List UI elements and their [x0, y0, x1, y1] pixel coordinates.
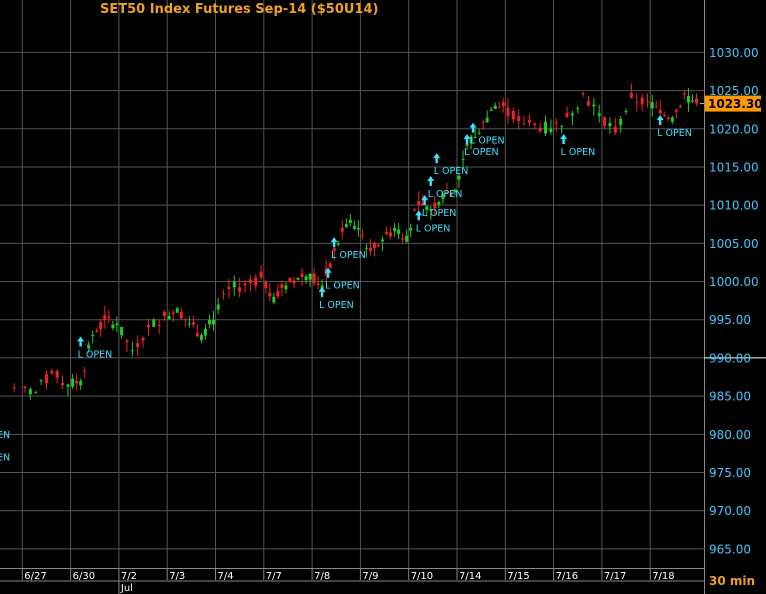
signal-label-8: L OPEN	[464, 147, 499, 158]
signal-label-7: L OPEN	[434, 166, 469, 177]
y-tick-label-2: 1020.00	[709, 122, 759, 136]
y-tick-label-0: 1030.00	[709, 46, 759, 60]
x-tick-label-6: 7/8	[314, 571, 330, 582]
y-tick-label-7: 995.00	[709, 313, 751, 327]
x-tick-label-4: 7/4	[218, 571, 234, 582]
x-tick-label-5: 7/7	[266, 571, 282, 582]
x-tick-label-13: 7/18	[652, 571, 674, 582]
signal-label-6: L OPEN	[428, 189, 463, 200]
interval-label: 30 min	[709, 574, 755, 588]
signal-label-5: L OPEN	[422, 208, 457, 219]
x-tick-label-3: 7/3	[169, 571, 185, 582]
chart-title: SET50 Index Futures Sep-14 ($50U14)	[100, 2, 378, 17]
y-tick-label-9: 985.00	[709, 390, 751, 404]
y-tick-label-11: 975.00	[709, 466, 751, 480]
edge-signal-label-0: EN	[0, 430, 10, 441]
chart-background	[0, 0, 766, 594]
edge-signal-label-1: EN	[0, 452, 10, 463]
signal-label-11: L OPEN	[657, 128, 692, 139]
x-tick-label-8: 7/10	[411, 571, 433, 582]
y-tick-label-8: 990.00	[709, 351, 751, 365]
y-tick-label-10: 980.00	[709, 428, 751, 442]
y-tick-label-6: 1000.00	[709, 275, 759, 289]
x-tick-label-0: 6/27	[24, 571, 46, 582]
signal-label-1: L OPEN	[319, 300, 354, 311]
x-tick-label-9: 7/14	[459, 571, 481, 582]
signal-label-4: L OPEN	[416, 223, 451, 234]
x-tick-label-12: 7/17	[604, 571, 626, 582]
last-price-label: 1023.30	[708, 97, 763, 111]
month-label: Jul	[120, 583, 133, 594]
signal-label-2: L OPEN	[325, 281, 360, 292]
y-tick-label-12: 970.00	[709, 504, 751, 518]
x-tick-label-1: 6/30	[73, 571, 95, 582]
x-tick-label-11: 7/16	[556, 571, 578, 582]
y-tick-label-5: 1005.00	[709, 237, 759, 251]
x-tick-label-2: 7/2	[121, 571, 137, 582]
y-tick-label-13: 965.00	[709, 542, 751, 556]
signal-label-0: L OPEN	[78, 349, 113, 360]
chart: L OPENL OPENL OPENL OPENL OPENL OPENL OP…	[0, 0, 766, 594]
signal-label-3: L OPEN	[331, 250, 366, 261]
x-tick-label-7: 7/9	[362, 571, 378, 582]
y-tick-label-3: 1015.00	[709, 160, 759, 174]
signal-label-9: L OPEN	[470, 136, 505, 147]
signal-label-10: L OPEN	[561, 147, 596, 158]
x-tick-label-10: 7/15	[507, 571, 529, 582]
y-tick-label-4: 1010.00	[709, 199, 759, 213]
